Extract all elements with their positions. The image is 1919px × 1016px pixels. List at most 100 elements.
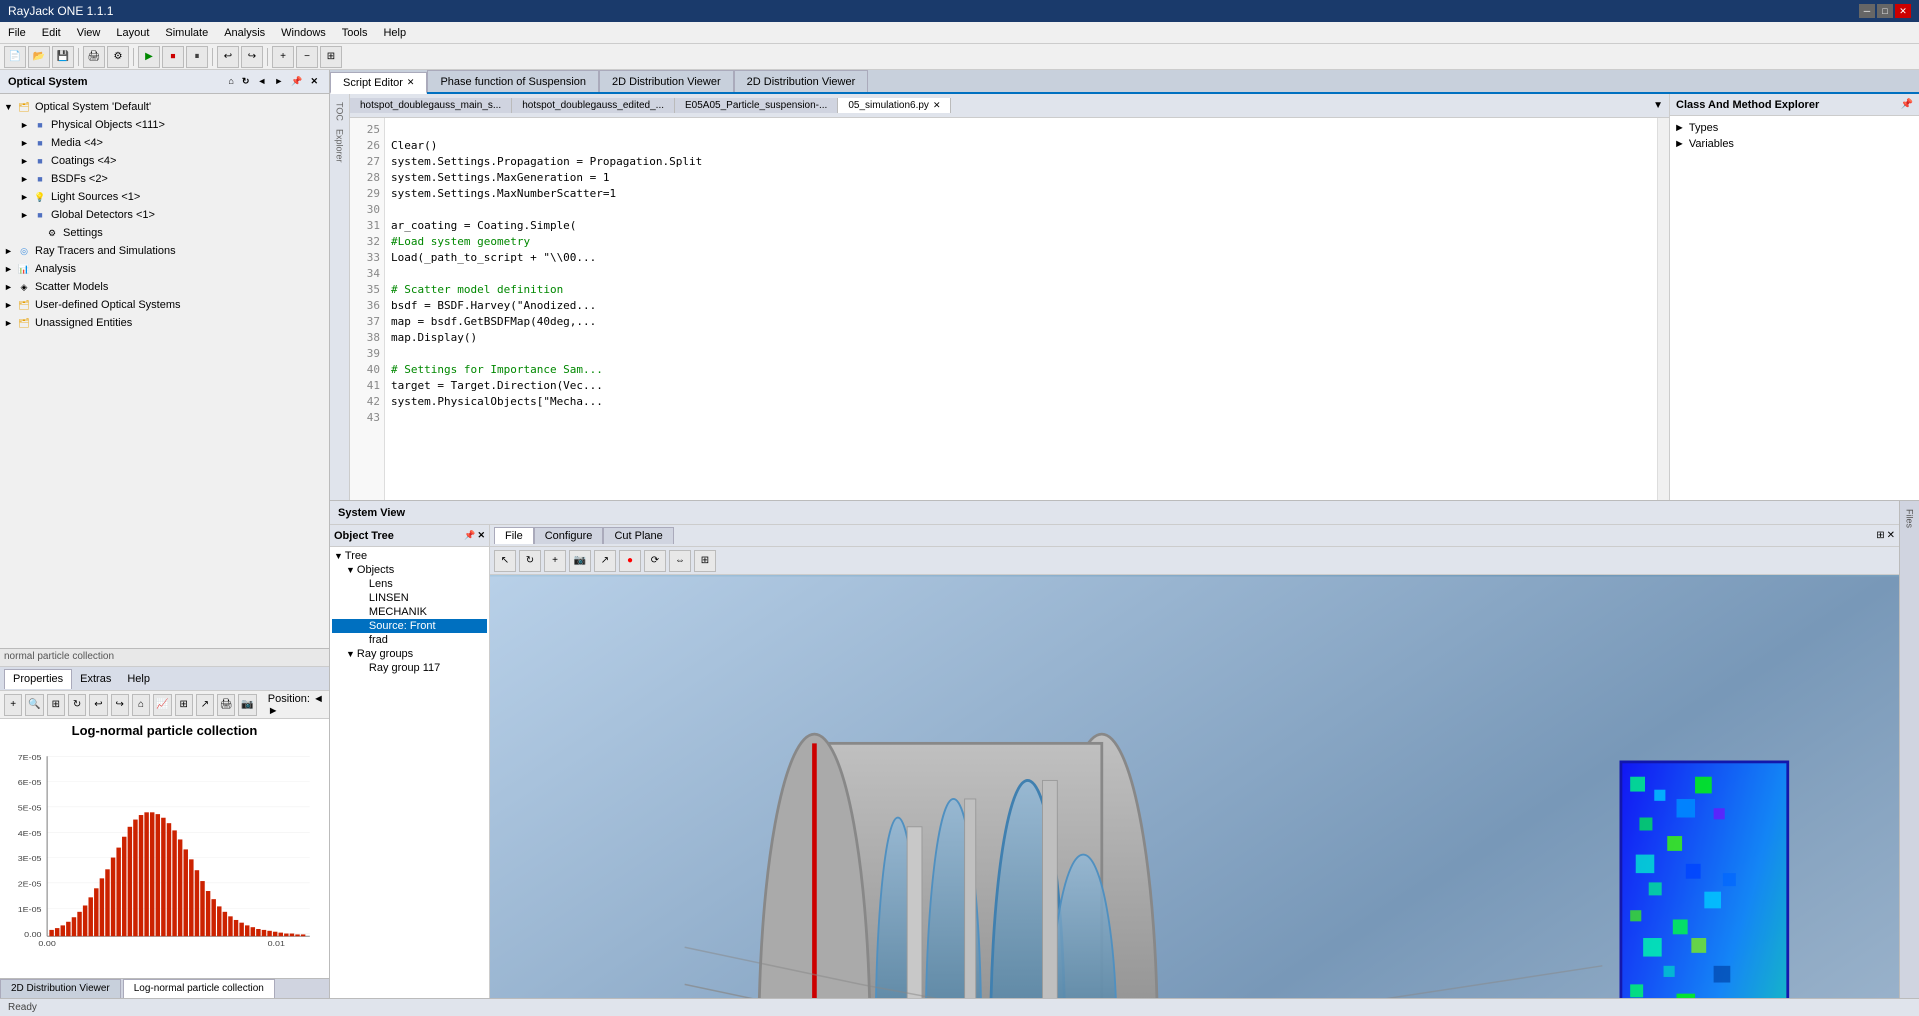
print-prop-button[interactable]: 🖨 <box>217 694 235 716</box>
tab-help[interactable]: Help <box>119 669 158 689</box>
tree-node-objects[interactable]: ▼ Objects <box>332 563 487 577</box>
view3d-rotate[interactable]: ⟳ <box>644 550 666 572</box>
add-prop-button[interactable]: + <box>4 694 22 716</box>
tab-2d-viewer[interactable]: 2D Distribution Viewer <box>0 979 121 999</box>
code-tab-simulation[interactable]: 05_simulation6.py ✕ <box>838 98 951 113</box>
tab-extras[interactable]: Extras <box>72 669 119 689</box>
panel-home-button[interactable]: ⌂ <box>225 75 236 88</box>
tree-node-lens[interactable]: ► Lens <box>332 577 487 591</box>
menu-file[interactable]: File <box>0 25 34 41</box>
class-types-item[interactable]: ► Types <box>1674 120 1915 136</box>
view3d-red[interactable]: ● <box>619 550 641 572</box>
open-button[interactable]: 📂 <box>28 46 50 68</box>
redo-prop-button[interactable]: ↪ <box>111 694 129 716</box>
view3d-expand[interactable]: ⊞ <box>694 550 716 572</box>
tree-item-scatter-models[interactable]: ► ◈ Scatter Models <box>0 278 329 296</box>
class-explorer-pin[interactable]: 📌 <box>1901 99 1913 110</box>
tab-script-close[interactable]: ✕ <box>407 77 415 88</box>
close-button[interactable]: ✕ <box>1895 4 1911 18</box>
class-variables-item[interactable]: ► Variables <box>1674 136 1915 152</box>
run-button[interactable]: ▶ <box>138 46 160 68</box>
zoom-fit-button[interactable]: ⊞ <box>320 46 342 68</box>
grid-prop-button[interactable]: ⊞ <box>175 694 193 716</box>
print-button[interactable]: 🖨 <box>83 46 105 68</box>
object-tree-close[interactable]: ✕ <box>477 530 485 541</box>
export-prop-button[interactable]: ↗ <box>196 694 214 716</box>
tree-item-bsdfs[interactable]: ► ■ BSDFs <2> <box>0 170 329 188</box>
code-tab-edited[interactable]: hotspot_doublegauss_edited_... <box>512 98 675 113</box>
tree-node-ray-group-117[interactable]: ► Ray group 117 <box>332 661 487 675</box>
scroll-indicator[interactable] <box>1657 118 1669 500</box>
zoom-in-button[interactable]: + <box>272 46 294 68</box>
tree-node-linsen[interactable]: ► LINSEN <box>332 591 487 605</box>
stop-button[interactable]: ⏹ <box>162 46 184 68</box>
tree-node-mechanik[interactable]: ► MECHANIK <box>332 605 487 619</box>
tree-node-frad[interactable]: ► frad <box>332 633 487 647</box>
settings-button[interactable]: ⚙ <box>107 46 129 68</box>
menu-analysis[interactable]: Analysis <box>216 25 273 41</box>
files-tab[interactable]: Files <box>1903 505 1917 532</box>
zoom-prop-button[interactable]: 🔍 <box>25 694 43 716</box>
tree-item-unassigned[interactable]: ► 🗂 Unassigned Entities <box>0 314 329 332</box>
view3d-add[interactable]: + <box>544 550 566 572</box>
tab-2d-viewer-1[interactable]: 2D Distribution Viewer <box>599 70 734 92</box>
tree-item-light-sources[interactable]: ► 💡 Light Sources <1> <box>0 188 329 206</box>
facets-expand[interactable]: ⊞ <box>1876 530 1884 541</box>
tree-item-user-optical[interactable]: ► 🗂 User-defined Optical Systems <box>0 296 329 314</box>
tree-item-analysis[interactable]: ► 📊 Analysis <box>0 260 329 278</box>
code-text-area[interactable]: Clear() system.Settings.Propagation = Pr… <box>385 118 1657 500</box>
code-tab-main[interactable]: hotspot_doublegauss_main_s... <box>350 98 512 113</box>
chart-prop-button[interactable]: 📈 <box>153 694 171 716</box>
facets-tab-cutplane[interactable]: Cut Plane <box>603 527 673 544</box>
tree-item-settings[interactable]: ⚙ Settings <box>0 224 329 242</box>
panel-close-button[interactable]: ✕ <box>307 75 321 88</box>
tree-item-global-detectors[interactable]: ► ■ Global Detectors <1> <box>0 206 329 224</box>
redo-button[interactable]: ↪ <box>241 46 263 68</box>
view3d-camera[interactable]: 📷 <box>569 550 591 572</box>
tree-item-optical-system[interactable]: ▼ 🗂 Optical System 'Default' <box>0 98 329 116</box>
pause-button[interactable]: ⏸ <box>186 46 208 68</box>
view3d-refresh[interactable]: ↻ <box>519 550 541 572</box>
nav-prop-button[interactable]: ⊞ <box>47 694 65 716</box>
menu-tools[interactable]: Tools <box>334 25 376 41</box>
tree-item-media[interactable]: ► ■ Media <4> <box>0 134 329 152</box>
tree-node-tree[interactable]: ▼ Tree <box>332 549 487 563</box>
tree-node-source-front[interactable]: ► Source: Front <box>332 619 487 633</box>
tree-node-ray-groups[interactable]: ▼ Ray groups <box>332 647 487 661</box>
tree-item-physical-objects[interactable]: ► ■ Physical Objects <111> <box>0 116 329 134</box>
view3d-select[interactable]: ↖ <box>494 550 516 572</box>
minimize-button[interactable]: ─ <box>1859 4 1875 18</box>
tree-item-coatings[interactable]: ► ■ Coatings <4> <box>0 152 329 170</box>
menu-edit[interactable]: Edit <box>34 25 69 41</box>
menu-view[interactable]: View <box>69 25 109 41</box>
menu-simulate[interactable]: Simulate <box>157 25 216 41</box>
tab-phase-function[interactable]: Phase function of Suspension <box>427 70 599 92</box>
panel-nav-back[interactable]: ◄ <box>254 75 269 88</box>
view3d-export[interactable]: ↗ <box>594 550 616 572</box>
facets-tab-file[interactable]: File <box>494 527 534 544</box>
tab-properties[interactable]: Properties <box>4 669 72 689</box>
object-tree-pin[interactable]: 📌 <box>464 530 475 541</box>
new-button[interactable]: 📄 <box>4 46 26 68</box>
tree-item-ray-tracers[interactable]: ► ◎ Ray Tracers and Simulations <box>0 242 329 260</box>
undo-prop-button[interactable]: ↩ <box>89 694 107 716</box>
tab-2d-viewer-2[interactable]: 2D Distribution Viewer <box>734 70 869 92</box>
facets-close[interactable]: ✕ <box>1887 530 1895 541</box>
save-button[interactable]: 💾 <box>52 46 74 68</box>
panel-refresh-button[interactable]: ↻ <box>239 75 253 88</box>
view3d-arrows[interactable]: ⇔ <box>669 550 691 572</box>
zoom-out-button[interactable]: − <box>296 46 318 68</box>
tab-script-editor[interactable]: Script Editor ✕ <box>330 72 427 94</box>
tab-dropdown-button[interactable]: ▼ <box>1647 98 1669 113</box>
camera-prop-button[interactable]: 📷 <box>238 694 256 716</box>
facets-tab-configure[interactable]: Configure <box>534 527 604 544</box>
panel-pin-button[interactable]: 📌 <box>288 75 305 88</box>
maximize-button[interactable]: □ <box>1877 4 1893 18</box>
menu-help[interactable]: Help <box>375 25 414 41</box>
menu-layout[interactable]: Layout <box>108 25 157 41</box>
active-tab-close[interactable]: ✕ <box>933 100 941 111</box>
panel-nav-forward[interactable]: ► <box>271 75 286 88</box>
home-prop-button[interactable]: ⌂ <box>132 694 150 716</box>
menu-windows[interactable]: Windows <box>273 25 334 41</box>
undo-button[interactable]: ↩ <box>217 46 239 68</box>
